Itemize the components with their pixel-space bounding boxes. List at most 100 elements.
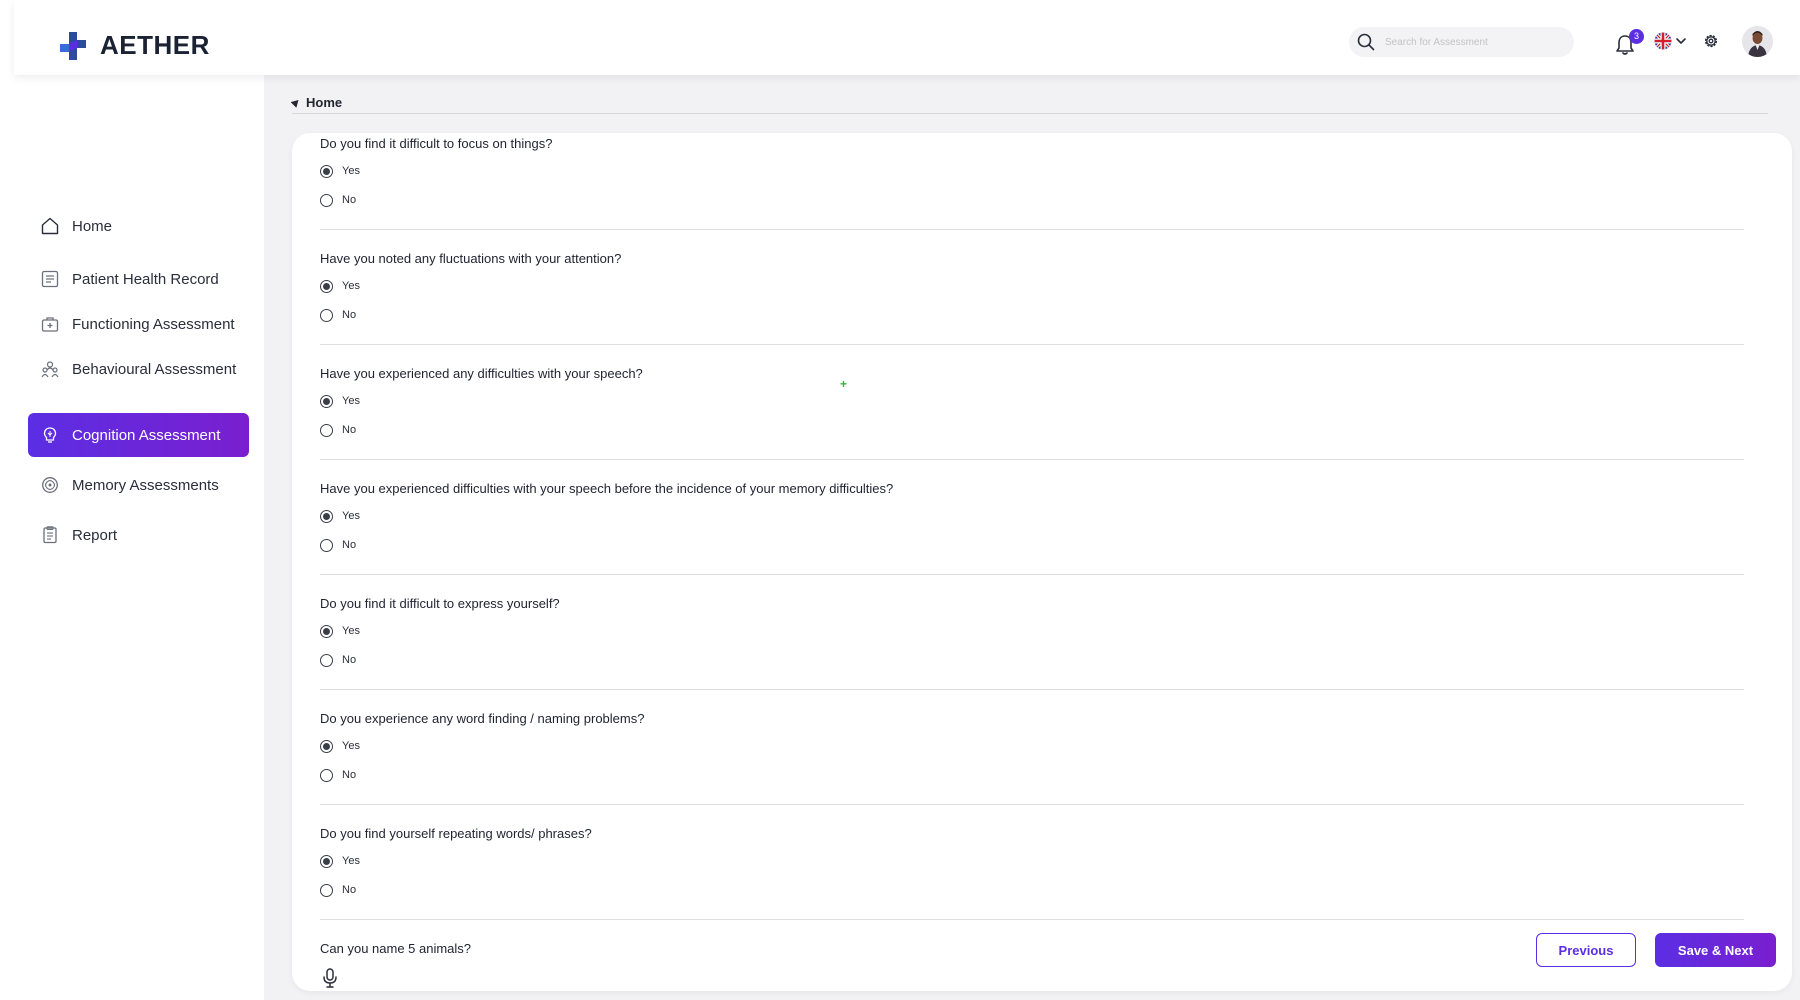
question-6: Do you experience any word finding / nam… [320,711,1744,784]
question-text: Have you experienced any difficulties wi… [320,366,643,381]
sidebar-item-label: Functioning Assessment [72,315,235,333]
radio-checked[interactable] [320,739,333,753]
top-header: AETHER 3 [14,0,1800,75]
option-yes[interactable]: Yes [320,162,1744,180]
option-yes[interactable]: Yes [320,622,1744,640]
brand-logo[interactable]: AETHER [60,30,210,61]
save-next-button[interactable]: Save & Next [1655,933,1776,967]
sidebar-item-cognition-assessment[interactable]: Cognition Assessment [28,413,249,457]
breadcrumb-label: Home [306,95,343,110]
uk-flag-icon [1654,32,1672,50]
report-icon [40,525,60,545]
microphone-icon[interactable] [322,968,338,988]
sidebar-item-label: Report [72,526,118,544]
option-label: No [342,539,357,551]
radio-unchecked[interactable] [320,653,333,667]
user-avatar[interactable] [1742,26,1773,57]
search-input[interactable] [1385,36,1555,48]
medkit-icon [40,314,60,334]
question-3: Have you experienced any difficulties wi… [320,366,1744,439]
option-label: No [342,194,357,206]
option-label: Yes [342,165,360,177]
radio-unchecked[interactable] [320,538,333,552]
radio-checked[interactable] [320,394,333,408]
option-no[interactable]: No [320,881,1744,899]
question-divider [320,229,1744,230]
radio-checked[interactable] [320,509,333,523]
question-2: Have you noted any fluctuations with you… [320,251,1744,324]
question-text: Do you find it difficult to express your… [320,596,560,611]
option-no[interactable]: No [320,651,1744,669]
notifications-button[interactable]: 3 [1615,29,1644,57]
search-bar[interactable] [1349,27,1574,57]
question-divider [320,344,1744,345]
sidebar-item-memory-assessments[interactable]: Memory Assessments [28,463,249,507]
question-4: Have you experienced difficulties with y… [320,481,1744,554]
option-no[interactable]: No [320,191,1744,209]
option-label: Yes [342,510,360,522]
radio-unchecked[interactable] [320,883,333,897]
radio-checked[interactable] [320,164,333,178]
home-icon [40,216,60,236]
sidebar-item-report[interactable]: Report [28,513,249,557]
option-yes[interactable]: Yes [320,852,1744,870]
question-8: Can you name 5 animals? [320,941,1744,956]
previous-button[interactable]: Previous [1536,933,1636,967]
sidebar-item-patient-health-record[interactable]: Patient Health Record [28,257,249,301]
question-divider [320,689,1744,690]
sidebar-item-home[interactable]: Home [28,204,249,248]
question-text: Do you experience any word finding / nam… [320,711,645,726]
app: AETHER 3 [0,0,1800,1000]
option-no[interactable]: No [320,536,1744,554]
memory-icon [40,475,60,495]
option-yes[interactable]: Yes [320,277,1744,295]
question-5: Do you find it difficult to express your… [320,596,1744,669]
radio-checked[interactable] [320,279,333,293]
radio-unchecked[interactable] [320,308,333,322]
cross-logo-icon [60,31,86,60]
option-label: Yes [342,395,360,407]
option-label: No [342,769,357,781]
record-icon [40,269,60,289]
option-label: No [342,424,357,436]
sidebar-item-label: Behavioural Assessment [72,360,237,378]
option-no[interactable]: No [320,421,1744,439]
sidebar-item-behavioural-assessment[interactable]: Behavioural Assessment [28,347,249,391]
question-text: Do you find yourself repeating words/ ph… [320,826,592,841]
breadcrumb[interactable]: Home [290,95,343,110]
sidebar-item-label: Home [72,217,113,235]
option-label: No [342,309,357,321]
radio-unchecked[interactable] [320,768,333,782]
option-yes[interactable]: Yes [320,737,1744,755]
triangle-icon [290,97,302,108]
question-text: Have you experienced difficulties with y… [320,481,894,496]
question-divider [320,574,1744,575]
breadcrumb-divider [292,113,1768,114]
sidebar-item-label: Cognition Assessment [72,426,221,444]
language-selector[interactable] [1654,32,1686,50]
radio-checked[interactable] [320,854,333,868]
notification-badge: 3 [1629,29,1644,44]
option-yes[interactable]: Yes [320,392,1744,410]
main-content: Home Do you find it difficult to focus o… [264,75,1800,1000]
radio-checked[interactable] [320,624,333,638]
people-icon [40,359,60,379]
radio-unchecked[interactable] [320,423,333,437]
option-yes[interactable]: Yes [320,507,1744,525]
sidebar-item-label: Memory Assessments [72,476,219,494]
option-label: Yes [342,280,360,292]
question-text: Can you name 5 animals? [320,941,472,956]
brand-name: AETHER [100,30,210,60]
sidebar-item-functioning-assessment[interactable]: Functioning Assessment [28,302,249,346]
option-label: Yes [342,855,360,867]
sidebar-item-label: Patient Health Record [72,270,219,288]
question-text: Do you find it difficult to focus on thi… [320,136,553,151]
gear-icon[interactable] [1703,33,1719,49]
assessment-form: Do you find it difficult to focus on thi… [292,133,1792,991]
search-icon [1357,33,1375,51]
option-no[interactable]: No [320,306,1744,324]
question-text: Have you noted any fluctuations with you… [320,251,622,266]
option-label: No [342,654,357,666]
option-no[interactable]: No [320,766,1744,784]
radio-unchecked[interactable] [320,193,333,207]
